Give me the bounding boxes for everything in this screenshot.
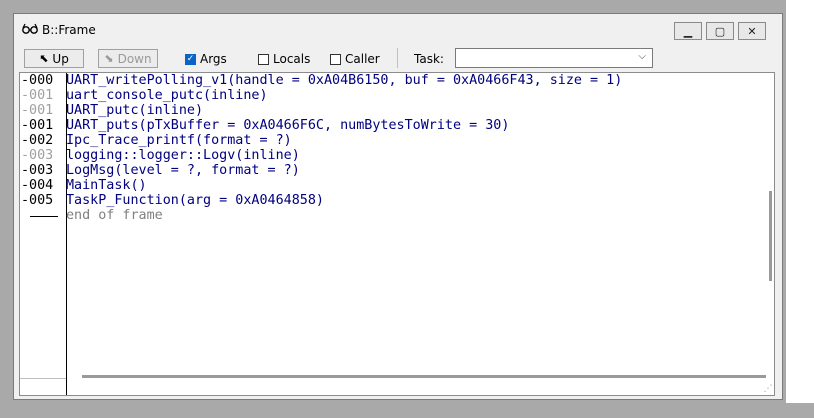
frame-row[interactable]: -001 uart_console_putc(inline) (20, 88, 760, 103)
maximize-button[interactable]: ▢ (706, 22, 734, 40)
frame-text: Ipc_Trace_printf(format = ?) (66, 133, 292, 148)
caller-check-icon (330, 53, 341, 65)
frame-text: MainTask() (66, 178, 147, 193)
gutter-footer (20, 378, 66, 395)
frame-row[interactable]: -003 logging::logger::Logv(inline) (20, 148, 760, 163)
frame-level: -003 (21, 148, 54, 163)
chevron-down-icon: ⌵ (638, 51, 646, 62)
vertical-scrollbar[interactable] (769, 191, 772, 281)
frame-text: logging::logger::Logv(inline) (66, 148, 300, 163)
frame-text: end of frame (66, 208, 163, 223)
frame-text: LogMsg(level = ?, format = ?) (66, 163, 300, 178)
args-label: Args (200, 52, 227, 66)
frame-row[interactable]: -000 UART_writePolling_v1(handle = 0xA04B… (20, 73, 760, 88)
toolbar-separator (397, 48, 398, 68)
frame-row[interactable]: -004 MainTask() (20, 178, 760, 193)
frame-level: -000 (21, 73, 54, 88)
desktop-background (786, 0, 814, 418)
task-dropdown[interactable]: ⌵ (455, 48, 653, 68)
down-button[interactable]: ⬊ Down (98, 49, 158, 68)
frame-text: UART_writePolling_v1(handle = 0xA04B6150… (66, 73, 623, 88)
frame-text: UART_putc(inline) (66, 103, 204, 118)
args-check-icon (185, 53, 196, 65)
args-checkbox[interactable]: Args (185, 52, 227, 66)
frame-level: -004 (21, 178, 54, 193)
frame-level: -003 (21, 163, 54, 178)
caller-checkbox[interactable]: Caller (330, 52, 380, 66)
resize-grip-icon[interactable]: ⋰ (762, 383, 774, 395)
window-title: B::Frame (42, 23, 96, 37)
up-label: Up (52, 51, 69, 66)
frame-level: -005 (21, 193, 54, 208)
frame-row[interactable]: end of frame (20, 208, 760, 223)
close-icon: ✕ (747, 24, 757, 38)
frame-row[interactable]: -001 UART_puts(pTxBuffer = 0xA0466F6C, nu… (20, 118, 760, 133)
desktop-bottom (0, 403, 814, 418)
stack-frame-list[interactable]: -000 UART_writePolling_v1(handle = 0xA04B… (19, 72, 775, 396)
frame-level: -001 (21, 103, 54, 118)
frame-window: B::Frame ▁ ▢ ✕ ⬉ Up ⬊ Down Args Locals (13, 13, 783, 400)
locals-checkbox[interactable]: Locals (258, 52, 310, 66)
frame-level: -002 (21, 133, 54, 148)
frame-text: UART_puts(pTxBuffer = 0xA0466F6C, numByt… (66, 118, 510, 133)
frame-text: TaskP_Function(arg = 0xA0464858) (66, 193, 324, 208)
frame-level (30, 208, 58, 217)
frame-row[interactable]: -001 UART_putc(inline) (20, 103, 760, 118)
task-label: Task: (414, 52, 444, 66)
down-label: Down (117, 51, 152, 66)
frame-level: -001 (21, 118, 54, 133)
frame-text: uart_console_putc(inline) (66, 88, 268, 103)
minimize-button[interactable]: ▁ (674, 22, 702, 40)
locals-check-icon (258, 53, 269, 65)
close-button[interactable]: ✕ (738, 22, 766, 40)
maximize-icon: ▢ (714, 24, 726, 38)
horizontal-scrollbar[interactable] (82, 375, 766, 378)
frame-row[interactable]: -003 LogMsg(level = ?, format = ?) (20, 163, 760, 178)
up-button[interactable]: ⬉ Up (24, 49, 84, 68)
minimize-icon: ▁ (683, 24, 693, 38)
down-arrow-icon: ⬊ (104, 52, 114, 65)
frame-row[interactable]: -005 TaskP_Function(arg = 0xA0464858) (20, 193, 760, 208)
locals-label: Locals (273, 52, 311, 66)
toolbar: ⬉ Up ⬊ Down Args Locals Caller Task: ⌵ (14, 46, 782, 70)
glasses-icon (22, 23, 38, 34)
title-bar[interactable]: B::Frame ▁ ▢ ✕ (14, 14, 782, 45)
frame-level: -001 (21, 88, 54, 103)
up-arrow-icon: ⬉ (39, 52, 49, 65)
frame-row[interactable]: -002 Ipc_Trace_printf(format = ?) (20, 133, 760, 148)
caller-label: Caller (345, 52, 380, 66)
